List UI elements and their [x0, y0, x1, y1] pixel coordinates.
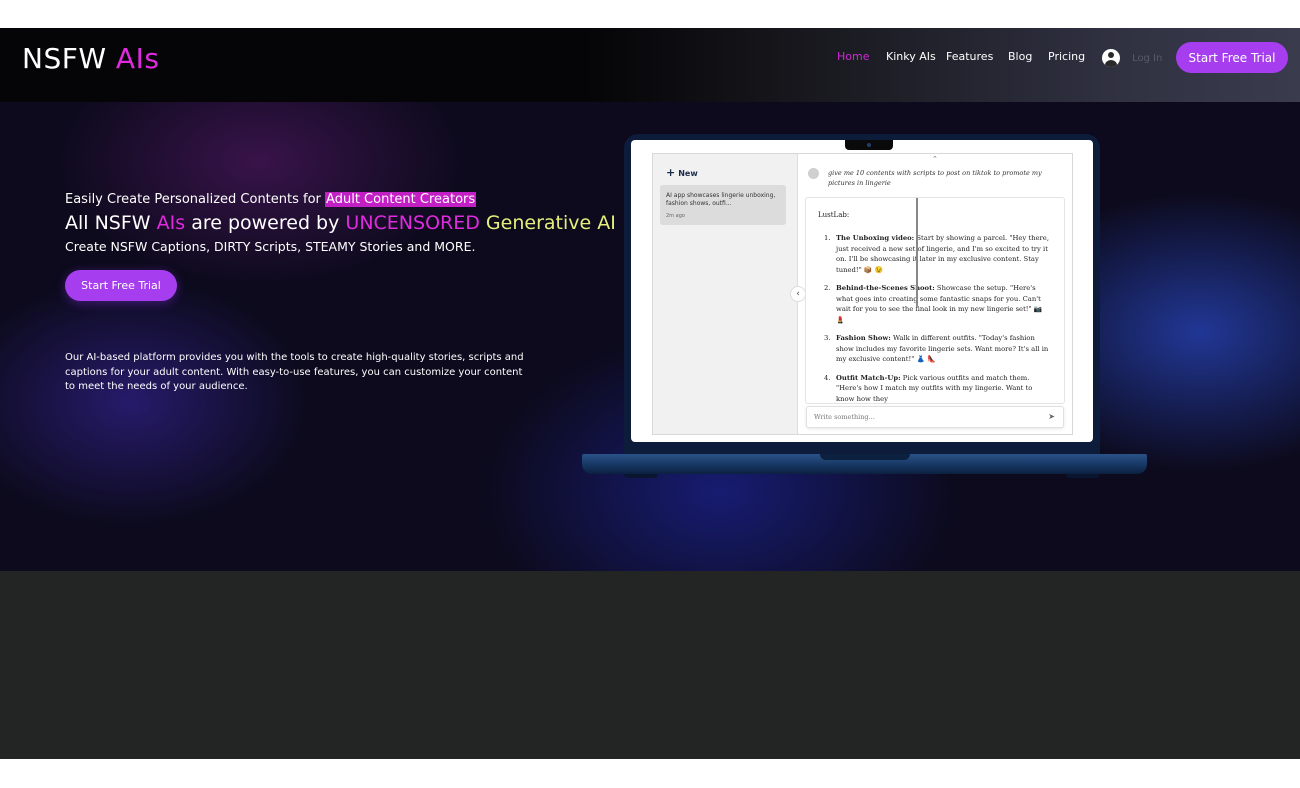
- assistant-message: LustLab: 1. The Unboxing video: Start by …: [805, 197, 1065, 404]
- laptop-foot: [1066, 474, 1100, 478]
- logo[interactable]: NSFW AIs: [22, 42, 159, 75]
- dark-section: [0, 571, 1300, 759]
- nav-kinky-ais[interactable]: Kinky AIs: [886, 50, 936, 63]
- item-number: 3.: [824, 334, 831, 342]
- laptop-mockup: + New AI app showcases lingerie unboxing,…: [582, 132, 1147, 482]
- hero-section: Easily Create Personalized Contents for …: [0, 102, 1300, 571]
- user-message-text: give me 10 contents with scripts to post…: [828, 169, 1042, 187]
- list-item: 4. Outfit Match-Up: Pick various outfits …: [824, 373, 1052, 404]
- message-input-placeholder: Write something...: [814, 413, 875, 421]
- nav-home[interactable]: Home: [837, 50, 869, 63]
- chevron-up-icon[interactable]: ⌃: [932, 155, 938, 163]
- item-title: The Unboxing video:: [836, 234, 915, 242]
- headline-uncensored: UNCENSORED: [345, 212, 480, 234]
- session-time: 2m ago: [666, 213, 685, 219]
- item-title: Behind-the-Scenes Shoot:: [836, 284, 935, 292]
- new-chat-button[interactable]: + New: [666, 166, 698, 179]
- eyebrow-highlight: Adult Content Creators: [325, 192, 477, 207]
- laptop-base-notch: [820, 454, 910, 460]
- response-list: 1. The Unboxing video: Start by showing a…: [824, 233, 1052, 404]
- list-item: 1. The Unboxing video: Start by showing a…: [824, 233, 1052, 275]
- logo-accent: AIs: [115, 42, 160, 75]
- headline-part: All NSFW: [65, 212, 151, 234]
- nav-pricing[interactable]: Pricing: [1048, 50, 1085, 63]
- item-number: 2.: [824, 284, 831, 292]
- headline-accent: AIs: [156, 212, 186, 234]
- bot-name: LustLab:: [818, 211, 850, 219]
- item-title: Outfit Match-Up:: [836, 373, 901, 382]
- eyebrow-text: Easily Create Personalized Contents for: [65, 192, 321, 207]
- hero-eyebrow: Easily Create Personalized Contents for …: [65, 192, 477, 207]
- laptop-lid: + New AI app showcases lingerie unboxing,…: [624, 134, 1100, 454]
- app-window: + New AI app showcases lingerie unboxing,…: [652, 153, 1073, 435]
- plus-icon: +: [666, 166, 676, 179]
- hero-description: Our AI-based platform provides you with …: [65, 352, 524, 392]
- headline-part: are powered by: [191, 212, 340, 234]
- hero-start-free-trial-button[interactable]: Start Free Trial: [65, 270, 177, 301]
- logo-text: NSFW: [22, 42, 107, 75]
- nav-blog[interactable]: Blog: [1008, 50, 1032, 63]
- laptop-screen: + New AI app showcases lingerie unboxing,…: [631, 140, 1093, 442]
- item-number: 4.: [824, 373, 831, 382]
- hero-subline: Create NSFW Captions, DIRTY Scripts, STE…: [65, 239, 476, 254]
- laptop-base: [582, 454, 1147, 474]
- login-label: Log In: [1132, 52, 1163, 64]
- chat-sidebar: + New AI app showcases lingerie unboxing,…: [653, 154, 798, 434]
- new-chat-label: New: [678, 169, 698, 178]
- user-avatar-icon: [808, 168, 819, 179]
- item-title: Fashion Show:: [836, 334, 891, 342]
- chat-scrollbar[interactable]: [916, 198, 918, 306]
- laptop-foot: [624, 474, 658, 478]
- user-avatar-icon: [1102, 49, 1120, 67]
- list-item: 2. Behind-the-Scenes Shoot: Showcase the …: [824, 283, 1052, 325]
- nav-features[interactable]: Features: [946, 50, 993, 63]
- site-header: NSFW AIs Home Kinky AIs Features Blog Pr…: [0, 28, 1300, 102]
- camera-notch: [845, 140, 893, 150]
- chat-session-item[interactable]: AI app showcases lingerie unboxing, fash…: [660, 185, 786, 225]
- item-number: 1.: [824, 234, 831, 242]
- message-input[interactable]: Write something... ➤: [806, 406, 1064, 428]
- send-icon[interactable]: ➤: [1048, 412, 1055, 421]
- hero-headline: All NSFW AIs are powered by UNCENSORED G…: [65, 212, 616, 234]
- session-title: AI app showcases lingerie unboxing, fash…: [666, 192, 776, 207]
- start-free-trial-button[interactable]: Start Free Trial: [1176, 42, 1288, 73]
- login-link[interactable]: Log In: [1102, 49, 1162, 67]
- list-item: 3. Fashion Show: Walk in different outfit…: [824, 333, 1052, 365]
- chevron-left-icon[interactable]: ‹: [790, 286, 806, 302]
